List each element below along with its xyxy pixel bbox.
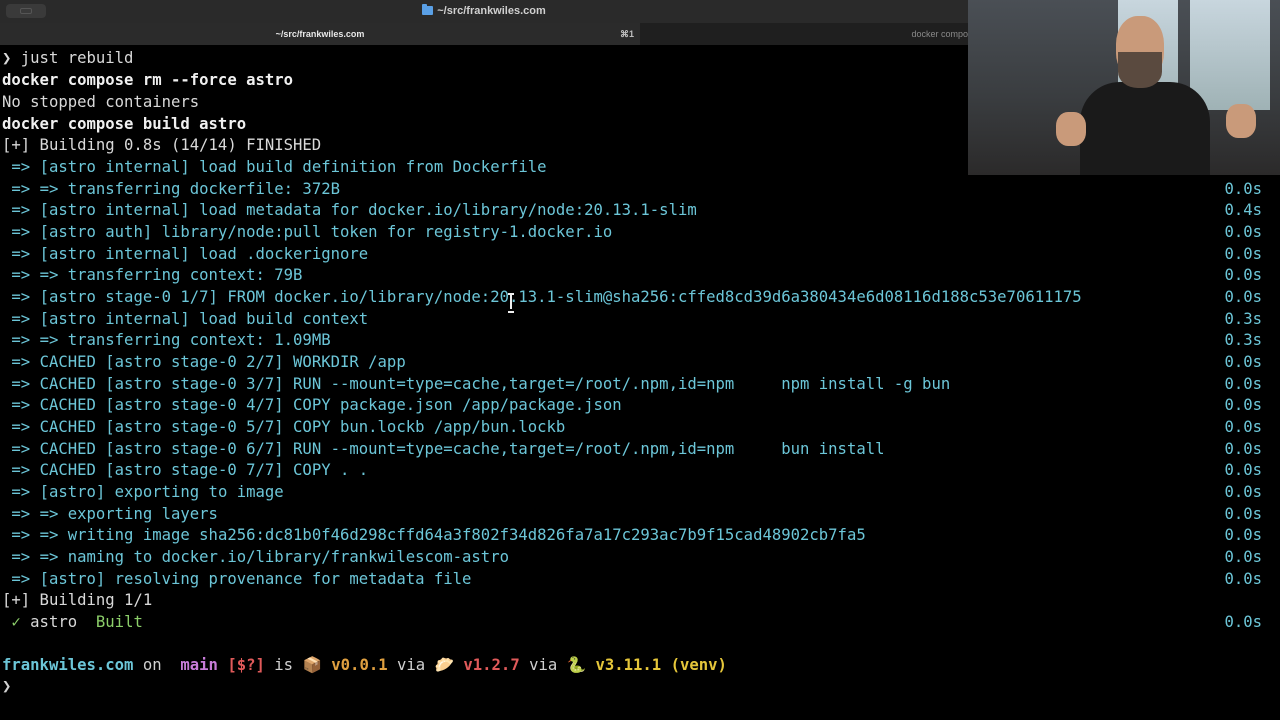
window-title: ~/src/frankwiles.com	[0, 4, 968, 17]
package-icon: 📦	[302, 656, 322, 674]
build-step: => [astro internal] load build definitio…	[2, 158, 547, 176]
build-step: => => exporting layers	[2, 505, 218, 523]
build-step: => CACHED [astro stage-0 3/7] RUN --moun…	[2, 375, 951, 393]
build-step: => => naming to docker.io/library/frankw…	[2, 548, 509, 566]
step-time: 0.4s	[1224, 201, 1262, 219]
terminal-line: No stopped containers	[2, 93, 200, 111]
step-time: 0.3s	[1224, 331, 1262, 349]
step-time: 0.0s	[1224, 483, 1262, 501]
tab-frankwiles[interactable]: ~/src/frankwiles.com ⌘1	[0, 23, 640, 45]
step-time: 0.0s	[1224, 548, 1262, 566]
tab-shortcut: ⌘1	[619, 29, 634, 39]
build-step: => => writing image sha256:dc81b0f46d298…	[2, 526, 866, 544]
build-step: => CACHED [astro stage-0 7/7] COPY . .	[2, 461, 369, 479]
tab-label: docker compo	[911, 29, 968, 39]
step-time: 0.0s	[1224, 526, 1262, 544]
terminal-line: ❯ just rebuild	[2, 49, 134, 67]
step-time: 0.0s	[1224, 613, 1262, 631]
build-step: => CACHED [astro stage-0 5/7] COPY bun.l…	[2, 418, 566, 436]
input-prompt[interactable]: ❯	[2, 675, 11, 697]
step-time: 0.0s	[1224, 288, 1262, 306]
step-time: 0.0s	[1224, 396, 1262, 414]
build-step: => CACHED [astro stage-0 2/7] WORKDIR /a…	[2, 353, 406, 371]
step-time: 0.0s	[1224, 375, 1262, 393]
webcam-overlay	[968, 0, 1280, 175]
presenter-hand	[1056, 112, 1086, 146]
step-time: 0.0s	[1224, 180, 1262, 198]
shell-prompt: frankwiles.com on main [$?] is 📦 v0.0.1 …	[2, 656, 727, 674]
build-step: => CACHED [astro stage-0 4/7] COPY packa…	[2, 396, 622, 414]
build-step: => [astro stage-0 1/7] FROM docker.io/li…	[2, 288, 1082, 306]
build-step: => => transferring dockerfile: 372B	[2, 180, 340, 198]
window-background	[1190, 0, 1270, 110]
step-time: 0.0s	[1224, 440, 1262, 458]
step-time: 0.0s	[1224, 570, 1262, 588]
terminal-line: docker compose build astro	[2, 115, 247, 133]
build-step: => [astro internal] load metadata for do…	[2, 201, 697, 219]
built-status: ✓ astro Built	[2, 613, 143, 631]
step-time: 0.0s	[1224, 461, 1262, 479]
presenter-beard	[1118, 52, 1162, 88]
python-icon: 🐍	[566, 656, 587, 674]
build-step: => => transferring context: 79B	[2, 266, 303, 284]
step-time: 0.0s	[1224, 418, 1262, 436]
step-time: 0.0s	[1224, 353, 1262, 371]
bun-icon: 🥟	[434, 656, 454, 674]
terminal-line: [+] Building 0.8s (14/14) FINISHED	[2, 136, 322, 154]
ibeam-cursor-icon	[508, 293, 514, 313]
step-time: 0.0s	[1224, 266, 1262, 284]
build-step: => [astro internal] load build context	[2, 310, 369, 328]
tab-docker-compose[interactable]: docker compo	[640, 23, 968, 45]
tab-bar: ~/src/frankwiles.com ⌘1 docker compo	[0, 23, 968, 45]
build-step: => [astro] resolving provenance for meta…	[2, 570, 472, 588]
build-step: => CACHED [astro stage-0 6/7] RUN --moun…	[2, 440, 885, 458]
terminal-line: docker compose rm --force astro	[2, 71, 294, 89]
step-time: 0.3s	[1224, 310, 1262, 328]
folder-icon	[422, 4, 434, 15]
build-step: => => transferring context: 1.09MB	[2, 331, 331, 349]
step-time: 0.0s	[1224, 245, 1262, 263]
presenter-body	[1080, 82, 1210, 175]
terminal-line: [+] Building 1/1	[2, 591, 153, 609]
step-time: 0.0s	[1224, 505, 1262, 523]
title-bar: ~/src/frankwiles.com	[0, 0, 968, 23]
build-step: => [astro internal] load .dockerignore	[2, 245, 369, 263]
tab-label: ~/src/frankwiles.com	[275, 29, 365, 39]
build-step: => [astro] exporting to image	[2, 483, 284, 501]
presenter-hand	[1226, 104, 1256, 138]
step-time: 0.0s	[1224, 223, 1262, 241]
build-step: => [astro auth] library/node:pull token …	[2, 223, 613, 241]
check-icon: ✓	[2, 613, 21, 631]
